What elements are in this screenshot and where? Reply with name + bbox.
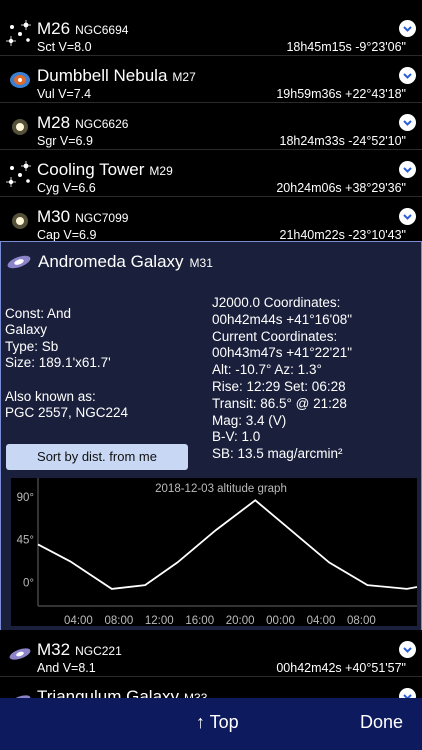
object-name: M30 NGC7099 <box>37 207 129 226</box>
j2000-label: J2000.0 Coordinates: <box>212 295 341 310</box>
altitude-graph: 2018-12-03 altitude graph 90° 45° 0° 04:00… <box>11 478 417 626</box>
rise-set: Rise: 12:29 Set: 06:28 <box>212 379 346 394</box>
list-item[interactable]: M30 NGC7099 Cap V=6.9 21h40m22s -23°10'43… <box>0 197 422 244</box>
x-tick-label: 08:00 <box>104 615 133 626</box>
object-coordinates: 18h24m33s -24°52'10" <box>279 134 407 148</box>
globular-cluster-icon <box>6 113 34 141</box>
object-info: Cyg V=6.6 <box>37 181 96 195</box>
object-coordinates: 00h42m42s +40°51'57" <box>276 661 406 675</box>
galaxy-icon <box>6 640 34 668</box>
sort-by-distance-button[interactable]: Sort by dist. from me <box>6 444 188 470</box>
magnitude: Mag: 3.4 (V) <box>212 413 287 428</box>
object-coordinates: 21h40m22s -23°10'43" <box>279 228 407 242</box>
chevron-down-icon[interactable] <box>399 67 416 84</box>
size-field: Size: 189.1'x61.7' <box>5 355 111 370</box>
y-tick-label: 45° <box>17 535 34 547</box>
galaxy-icon <box>5 248 33 276</box>
chevron-down-icon[interactable] <box>399 641 416 658</box>
bottom-toolbar: ↑ Top Done <box>0 698 422 750</box>
graph-title: 2018-12-03 altitude graph <box>155 483 287 495</box>
object-info: Sgr V=6.9 <box>37 134 93 148</box>
x-tick-label: 20:00 <box>226 615 255 626</box>
chevron-down-icon[interactable] <box>399 208 416 225</box>
constellation-value-2: Galaxy <box>5 322 48 337</box>
x-tick-label: 04:00 <box>64 615 93 626</box>
open-cluster-icon <box>6 19 34 47</box>
b-v: B-V: 1.0 <box>212 429 261 444</box>
x-tick-label: 00:00 <box>266 615 295 626</box>
list-item[interactable]: Dumbbell Nebula M27 Vul V=7.4 19h59m36s +… <box>0 56 422 103</box>
type-field: Type: Sb <box>5 339 59 354</box>
surface-brightness: SB: 13.5 mag/arcmin² <box>212 446 343 461</box>
object-info: Vul V=7.4 <box>37 87 92 101</box>
list-item[interactable]: M28 NGC6626 Sgr V=6.9 18h24m33s -24°52'10… <box>0 103 422 150</box>
chevron-down-icon[interactable] <box>399 20 416 37</box>
j2000-value: 00h42m44s +41°16'08" <box>212 312 353 327</box>
list-item[interactable]: M32 NGC221 And V=8.1 00h42m42s +40°51'57" <box>0 630 422 677</box>
x-tick-label: 16:00 <box>185 615 214 626</box>
object-detail-panel: Andromeda Galaxy M31 Const: And Galaxy Ty… <box>0 241 422 631</box>
object-coordinates: 20h24m06s +38°29'36" <box>276 181 406 195</box>
x-tick-label: 12:00 <box>145 615 174 626</box>
open-cluster-icon <box>6 160 34 188</box>
constellation-field: Const: And <box>5 306 72 321</box>
globular-cluster-icon <box>6 207 34 235</box>
chevron-down-icon[interactable] <box>399 161 416 178</box>
graph-background <box>11 478 417 626</box>
object-name: M32 NGC221 <box>37 640 122 659</box>
x-tick-label: 04:00 <box>307 615 336 626</box>
scroll-to-top-button[interactable]: ↑ Top <box>196 712 239 733</box>
object-coordinates: 18h45m15s -9°23'06" <box>286 40 406 54</box>
object-info: Sct V=8.0 <box>37 40 92 54</box>
chevron-down-icon[interactable] <box>399 114 416 131</box>
list-item[interactable]: Cooling Tower M29 Cyg V=6.6 20h24m06s +38… <box>0 150 422 197</box>
y-tick-label: 90° <box>17 492 34 504</box>
object-name: Cooling Tower M29 <box>37 160 173 179</box>
planetary-nebula-icon <box>6 66 34 94</box>
detail-title: Andromeda Galaxy M31 <box>38 252 213 271</box>
object-coordinates: 19h59m36s +22°43'18" <box>276 87 406 101</box>
done-button[interactable]: Done <box>360 712 403 733</box>
current-value: 00h43m47s +41°22'21" <box>212 345 353 360</box>
object-name: M26 NGC6694 <box>37 19 129 38</box>
aka-label: Also known as: <box>5 389 96 404</box>
object-name: M28 NGC6626 <box>37 113 129 132</box>
alt-az: Alt: -10.7° Az: 1.3° <box>212 362 322 377</box>
x-tick-label: 08:00 <box>347 615 376 626</box>
aka-value: PGC 2557, NGC224 <box>5 405 129 420</box>
object-info: Cap V=6.9 <box>37 228 97 242</box>
transit: Transit: 86.5° @ 21:28 <box>212 396 347 411</box>
object-info: And V=8.1 <box>37 661 96 675</box>
list-item[interactable]: M26 NGC6694 Sct V=8.0 18h45m15s -9°23'06" <box>0 9 422 56</box>
object-name: Dumbbell Nebula M27 <box>37 66 196 85</box>
current-label: Current Coordinates: <box>212 329 338 344</box>
y-tick-label: 0° <box>23 577 34 589</box>
